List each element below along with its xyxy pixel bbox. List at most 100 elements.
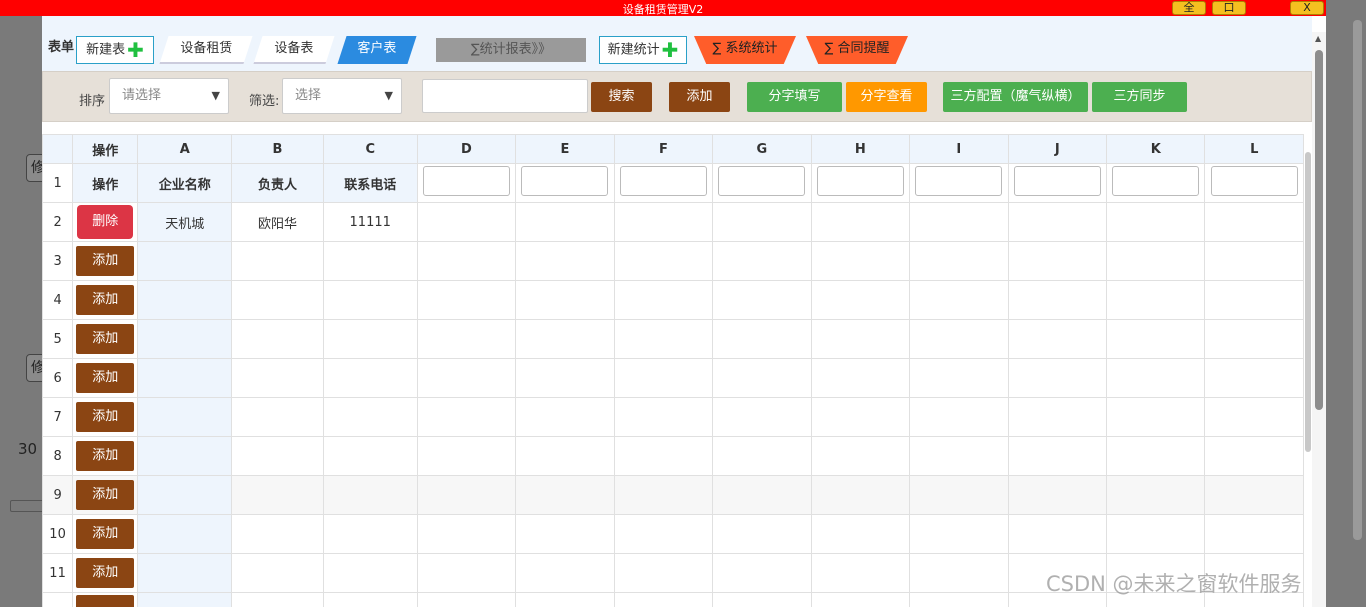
- table-cell[interactable]: [231, 280, 324, 320]
- sort-select[interactable]: 请选择 ▼: [109, 78, 229, 114]
- contract-reminder-button[interactable]: ∑ 合同提醒: [806, 36, 908, 64]
- table-cell[interactable]: [810, 475, 911, 515]
- column-header[interactable]: F: [613, 134, 714, 164]
- table-cell[interactable]: [416, 319, 517, 359]
- maximize-button[interactable]: 口: [1212, 1, 1246, 15]
- column-header[interactable]: I: [909, 134, 1009, 164]
- table-cell[interactable]: [231, 514, 324, 554]
- table-cell[interactable]: [1007, 241, 1108, 281]
- field-name-input[interactable]: [816, 166, 904, 196]
- column-header[interactable]: K: [1105, 134, 1206, 164]
- table-cell[interactable]: [416, 397, 517, 437]
- table-cell[interactable]: [1105, 280, 1206, 320]
- add-row-button[interactable]: 添加: [76, 441, 135, 471]
- table-cell[interactable]: [1007, 319, 1108, 359]
- table-cell[interactable]: [613, 397, 714, 437]
- search-input[interactable]: [422, 79, 588, 113]
- table-cell[interactable]: [1204, 202, 1304, 242]
- column-header[interactable]: B: [231, 134, 324, 164]
- table-cell[interactable]: [1105, 241, 1206, 281]
- table-cell[interactable]: [1204, 475, 1304, 515]
- column-header[interactable]: G: [712, 134, 812, 164]
- table-cell[interactable]: [231, 241, 324, 281]
- table-cell[interactable]: [712, 280, 812, 320]
- table-cell[interactable]: [909, 553, 1009, 593]
- table-cell[interactable]: [1007, 397, 1108, 437]
- table-cell[interactable]: [1007, 358, 1108, 398]
- table-cell[interactable]: [909, 280, 1009, 320]
- table-cell[interactable]: [613, 514, 714, 554]
- add-row-button[interactable]: 添加: [76, 246, 135, 276]
- table-cell[interactable]: [1007, 514, 1108, 554]
- table-cell[interactable]: [416, 514, 517, 554]
- add-row-button[interactable]: 添加: [76, 480, 135, 510]
- table-cell[interactable]: [515, 202, 615, 242]
- table-cell[interactable]: [1204, 241, 1304, 281]
- share-view-button[interactable]: 分字查看: [846, 82, 927, 112]
- new-stats-button[interactable]: 新建统计 ✚: [599, 36, 687, 64]
- column-header[interactable]: D: [416, 134, 517, 164]
- table-cell[interactable]: [712, 514, 812, 554]
- table-cell[interactable]: [137, 358, 233, 398]
- add-row-button[interactable]: [76, 595, 135, 607]
- table-cell[interactable]: [909, 358, 1009, 398]
- table-cell[interactable]: [909, 202, 1009, 242]
- table-cell[interactable]: [231, 397, 324, 437]
- table-cell[interactable]: [137, 397, 233, 437]
- table-cell[interactable]: [231, 436, 324, 476]
- table-cell[interactable]: [909, 397, 1009, 437]
- add-row-button[interactable]: 添加: [76, 324, 135, 354]
- table-cell[interactable]: [322, 358, 418, 398]
- window-scrollbar[interactable]: ▲: [1312, 32, 1326, 607]
- table-cell[interactable]: [909, 241, 1009, 281]
- table-cell[interactable]: [515, 475, 615, 515]
- table-cell[interactable]: [322, 475, 418, 515]
- table-cell[interactable]: [416, 241, 517, 281]
- table-cell[interactable]: [137, 592, 233, 607]
- table-cell[interactable]: [712, 475, 812, 515]
- table-cell[interactable]: [712, 202, 812, 242]
- table-cell[interactable]: 欧阳华: [231, 202, 324, 242]
- table-cell[interactable]: [137, 553, 233, 593]
- add-row-button[interactable]: 添加: [76, 285, 135, 315]
- table-cell[interactable]: 天机城: [137, 202, 233, 242]
- table-cell[interactable]: [1105, 397, 1206, 437]
- table-cell[interactable]: [613, 241, 714, 281]
- table-cell[interactable]: [322, 280, 418, 320]
- table-cell[interactable]: [909, 436, 1009, 476]
- system-stats-button[interactable]: ∑ 系统统计: [694, 36, 796, 64]
- add-row-button[interactable]: 添加: [76, 363, 135, 393]
- table-cell[interactable]: 11111: [322, 202, 418, 242]
- add-row-button[interactable]: 添加: [76, 402, 135, 432]
- column-header[interactable]: L: [1204, 134, 1304, 164]
- table-cell[interactable]: [322, 397, 418, 437]
- table-cell[interactable]: [712, 241, 812, 281]
- tab-equipment-rental[interactable]: 设备租赁: [159, 36, 253, 64]
- add-button[interactable]: 添加: [669, 82, 730, 112]
- table-cell[interactable]: [416, 475, 517, 515]
- table-cell[interactable]: [909, 475, 1009, 515]
- table-cell[interactable]: [613, 553, 714, 593]
- table-cell[interactable]: [1105, 514, 1206, 554]
- table-cell[interactable]: [137, 514, 233, 554]
- table-cell[interactable]: [810, 397, 911, 437]
- third-party-config-button[interactable]: 三方配置（魔气纵横）: [943, 82, 1088, 112]
- field-name-cell[interactable]: 联系电话: [322, 163, 418, 203]
- table-cell[interactable]: [712, 592, 812, 607]
- field-name-input[interactable]: [1013, 166, 1101, 196]
- table-cell[interactable]: [810, 553, 911, 593]
- table-cell[interactable]: [909, 319, 1009, 359]
- field-name-cell[interactable]: 企业名称: [137, 163, 233, 203]
- table-cell[interactable]: [322, 319, 418, 359]
- new-table-button[interactable]: 新建表 ✚: [76, 36, 154, 64]
- table-cell[interactable]: [515, 319, 615, 359]
- table-cell[interactable]: [137, 436, 233, 476]
- table-cell[interactable]: [613, 319, 714, 359]
- table-cell[interactable]: [810, 592, 911, 607]
- column-header[interactable]: 操作: [72, 134, 139, 164]
- table-cell[interactable]: [810, 241, 911, 281]
- delete-button[interactable]: 删除: [77, 205, 134, 239]
- field-name-input[interactable]: [521, 166, 609, 196]
- table-cell[interactable]: [416, 280, 517, 320]
- table-cell[interactable]: [810, 358, 911, 398]
